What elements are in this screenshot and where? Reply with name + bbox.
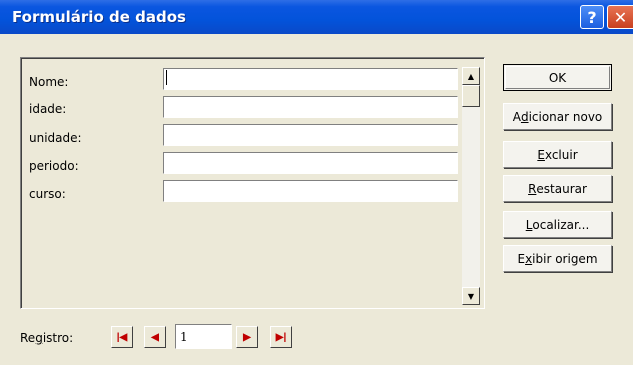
add-new-label-pre: A bbox=[512, 109, 521, 124]
records-scrollbar[interactable]: ▲ ▼ bbox=[462, 67, 480, 305]
add-new-label-post: icionar novo bbox=[528, 109, 603, 124]
field-label-nome: Nome: bbox=[29, 75, 69, 89]
first-record-icon[interactable]: |◀ bbox=[111, 326, 133, 348]
field-label-curso: curso: bbox=[29, 187, 66, 201]
show-source-label-mnemonic: x bbox=[525, 251, 533, 266]
delete-label-mnemonic: E bbox=[537, 147, 545, 162]
help-glyph: ? bbox=[587, 7, 597, 27]
record-label-post: istro: bbox=[42, 331, 74, 345]
restore-button[interactable]: Restaurar bbox=[503, 175, 612, 202]
curso-field[interactable] bbox=[163, 180, 458, 202]
fields-panel: Nome: idade: unidade: periodo: curso: ▲ … bbox=[20, 57, 485, 309]
find-button[interactable]: Localizar... bbox=[503, 211, 612, 238]
delete-label-post: xcluir bbox=[544, 147, 578, 162]
text-caret bbox=[166, 70, 167, 85]
field-label-periodo: periodo: bbox=[29, 159, 79, 173]
scroll-up-icon[interactable]: ▲ bbox=[462, 67, 480, 85]
find-label-mnemonic: L bbox=[525, 217, 533, 232]
field-label-unidade: unidade: bbox=[29, 131, 82, 145]
previous-record-icon[interactable]: ◀ bbox=[144, 326, 166, 348]
restore-label-mnemonic: R bbox=[528, 181, 537, 196]
nome-field[interactable] bbox=[163, 68, 458, 90]
restore-label-post: estaurar bbox=[536, 181, 587, 196]
delete-button[interactable]: Excluir bbox=[503, 141, 612, 168]
help-icon[interactable]: ? bbox=[580, 5, 604, 29]
next-record-icon[interactable]: ▶ bbox=[236, 326, 258, 348]
add-new-label-mnemonic: d bbox=[520, 109, 529, 124]
show-source-button[interactable]: Ex ibir origem bbox=[503, 245, 612, 272]
ok-button[interactable]: OK bbox=[503, 64, 612, 91]
show-source-label-post: ibir origem bbox=[532, 251, 598, 266]
field-label-idade: idade: bbox=[29, 102, 67, 116]
data-form-dialog: Formulário de dados ? ✕ Nome: idade: uni… bbox=[0, 0, 633, 365]
last-record-icon[interactable]: ▶| bbox=[270, 326, 292, 348]
scroll-down-icon[interactable]: ▼ bbox=[462, 287, 480, 305]
ok-button-focus-frame bbox=[505, 66, 610, 89]
find-label-post: ocalizar... bbox=[532, 217, 590, 232]
window-title: Formulário de dados bbox=[12, 8, 186, 26]
unidade-field[interactable] bbox=[163, 124, 458, 146]
record-number-field[interactable] bbox=[175, 324, 232, 349]
periodo-field[interactable] bbox=[163, 152, 458, 174]
show-source-label-pre: E bbox=[517, 251, 526, 266]
scroll-thumb[interactable] bbox=[462, 85, 480, 107]
idade-field[interactable] bbox=[163, 96, 458, 118]
record-label-mnemonic: g bbox=[35, 331, 43, 345]
title-bar[interactable]: Formulário de dados ? ✕ bbox=[0, 0, 633, 34]
record-label: Registro: bbox=[20, 331, 73, 345]
close-glyph: ✕ bbox=[613, 7, 628, 27]
record-label-pre: Re bbox=[20, 331, 36, 345]
fields-panel-inner: Nome: idade: unidade: periodo: curso: ▲ … bbox=[21, 58, 484, 308]
close-icon[interactable]: ✕ bbox=[607, 5, 633, 29]
add-new-button[interactable]: Ad icionar novo bbox=[503, 103, 612, 130]
